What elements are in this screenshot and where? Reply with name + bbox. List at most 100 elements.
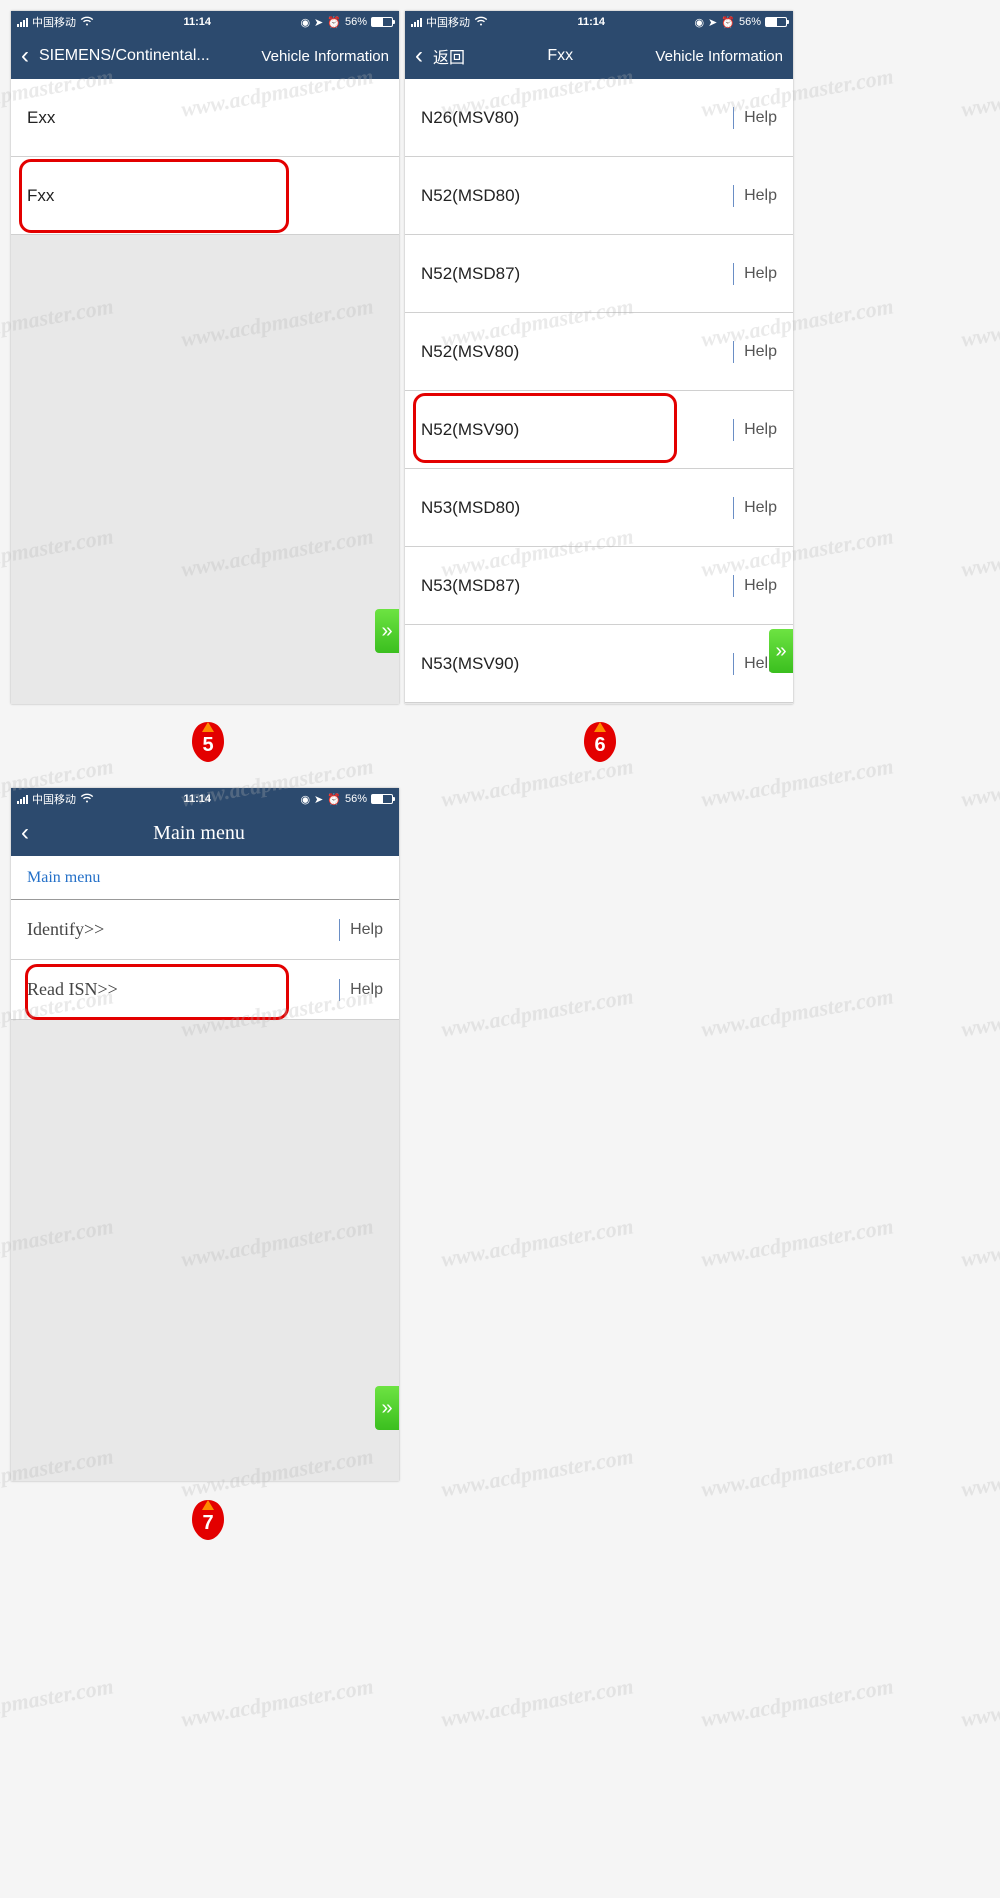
watermark-text: www.acdpmaster.com [699, 1213, 895, 1272]
watermark-text: www.acdpmaster.com [959, 983, 1000, 1042]
help-button[interactable]: Help [744, 109, 777, 127]
list-item[interactable]: N52(MSV90) Help [405, 391, 793, 469]
location-icon: ◉ [300, 793, 310, 806]
alarm-icon: ⏰ [327, 16, 341, 29]
watermark-text: www.acdpmaster.com [699, 753, 895, 812]
separator [733, 263, 734, 285]
watermark-text: www.acdpmaster.com [959, 63, 1000, 122]
header-title: SIEMENS/Continental... [39, 47, 251, 65]
wifi-icon [80, 793, 94, 806]
separator [733, 497, 734, 519]
back-icon[interactable]: ‹ [21, 819, 29, 847]
list-item[interactable]: N53(MSD87) Help [405, 547, 793, 625]
phone-screen-7: 中国移动 11:14 ◉ ➤ ⏰ 56% ‹ Main menu Main me… [11, 788, 399, 1481]
battery-icon [371, 17, 393, 27]
back-text[interactable]: 返回 [433, 44, 465, 68]
vehicle-info-button[interactable]: Vehicle Information [261, 48, 389, 65]
help-button[interactable]: Help [744, 343, 777, 361]
nav-header: ‹ 返回 Fxx Vehicle Information [405, 33, 793, 79]
list-item-label: N26(MSV80) [421, 108, 519, 128]
watermark-text: www.acdpmaster.com [959, 1673, 1000, 1732]
list-item-label: Read ISN>> [27, 979, 118, 1000]
list-item-label: N52(MSV90) [421, 420, 519, 440]
watermark-text: www.acdpmaster.com [0, 1673, 116, 1732]
battery-text: 56% [345, 793, 367, 805]
side-tab-icon[interactable]: » [375, 1386, 399, 1430]
carrier-text: 中国移动 [32, 791, 76, 807]
list-item-exx[interactable]: Exx [11, 79, 399, 157]
help-button[interactable]: Help [744, 265, 777, 283]
list-item[interactable]: N52(MSD87) Help [405, 235, 793, 313]
help-button[interactable]: Help [350, 981, 383, 999]
list-item-label: N53(MSV90) [421, 654, 519, 674]
carrier-text: 中国移动 [426, 14, 470, 30]
list-item[interactable]: N52(MSV80) Help [405, 313, 793, 391]
separator [733, 419, 734, 441]
status-time: 11:14 [183, 793, 211, 805]
status-bar: 中国移动 11:14 ◉ ➤ ⏰ 56% [11, 11, 399, 33]
list-item[interactable]: N53(MSD80) Help [405, 469, 793, 547]
list-item[interactable]: N26(MSV80) Help [405, 79, 793, 157]
status-bar: 中国移动 11:14 ◉ ➤ ⏰ 56% [11, 788, 399, 810]
phone-screen-6: 中国移动 11:14 ◉ ➤ ⏰ 56% ‹ 返回 Fxx Vehicle In… [405, 11, 793, 704]
watermark-text: www.acdpmaster.com [959, 523, 1000, 582]
back-icon[interactable]: ‹ [415, 42, 423, 70]
send-icon: ➤ [314, 793, 323, 806]
step-badge-6: 6 [582, 720, 618, 764]
list-item-label: N52(MSD87) [421, 264, 520, 284]
list-item-label: Identify>> [27, 919, 104, 940]
watermark-text: www.acdpmaster.com [439, 1443, 635, 1502]
sub-header[interactable]: Main menu [11, 856, 399, 900]
carrier-text: 中国移动 [32, 14, 76, 30]
step-badge-7: 7 [190, 1498, 226, 1542]
side-tab-icon[interactable]: » [769, 629, 793, 673]
watermark-text: www.acdpmaster.com [699, 1443, 895, 1502]
battery-icon [765, 17, 787, 27]
watermark-text: www.acdpmaster.com [699, 1673, 895, 1732]
location-icon: ◉ [694, 16, 704, 29]
help-button[interactable]: Help [744, 187, 777, 205]
help-button[interactable]: Help [350, 921, 383, 939]
help-button[interactable]: Help [744, 499, 777, 517]
list-item-label: N53(MSD87) [421, 576, 520, 596]
separator [733, 185, 734, 207]
header-title: Main menu [39, 822, 359, 845]
battery-text: 56% [345, 16, 367, 28]
separator [733, 653, 734, 675]
signal-icon [17, 795, 28, 804]
alarm-icon: ⏰ [327, 793, 341, 806]
wifi-icon [80, 16, 94, 29]
watermark-text: www.acdpmaster.com [439, 983, 635, 1042]
nav-header: ‹ SIEMENS/Continental... Vehicle Informa… [11, 33, 399, 79]
list-item[interactable]: N53(MSV90)Help [405, 625, 793, 703]
status-time: 11:14 [577, 16, 605, 28]
status-time: 11:14 [183, 16, 211, 28]
send-icon: ➤ [314, 16, 323, 29]
separator [339, 979, 340, 1001]
list-item-label: N53(MSD80) [421, 498, 520, 518]
list-item-label: Exx [27, 108, 55, 128]
watermark-text: www.acdpmaster.com [699, 983, 895, 1042]
back-icon[interactable]: ‹ [21, 42, 29, 70]
battery-icon [371, 794, 393, 804]
list-item-label: N52(MSV80) [421, 342, 519, 362]
list-item-fxx[interactable]: Fxx [11, 157, 399, 235]
list-item-identify[interactable]: Identify>> Help [11, 900, 399, 960]
separator [339, 919, 340, 941]
vehicle-info-button[interactable]: Vehicle Information [655, 48, 783, 65]
watermark-text: www.acdpmaster.com [439, 1213, 635, 1272]
list-item-read-isn[interactable]: Read ISN>> Help [11, 960, 399, 1020]
list-item[interactable]: N52(MSD80)Help [405, 157, 793, 235]
send-icon: ➤ [708, 16, 717, 29]
watermark-text: www.acdpmaster.com [959, 1443, 1000, 1502]
step-number: 7 [190, 1512, 226, 1535]
step-number: 5 [190, 734, 226, 757]
nav-header: ‹ Main menu [11, 810, 399, 856]
help-button[interactable]: Help [744, 577, 777, 595]
watermark-text: www.acdpmaster.com [959, 1213, 1000, 1272]
watermark-text: www.acdpmaster.com [959, 293, 1000, 352]
help-button[interactable]: Help [744, 421, 777, 439]
signal-icon [17, 18, 28, 27]
side-tab-icon[interactable]: » [375, 609, 399, 653]
separator [733, 575, 734, 597]
